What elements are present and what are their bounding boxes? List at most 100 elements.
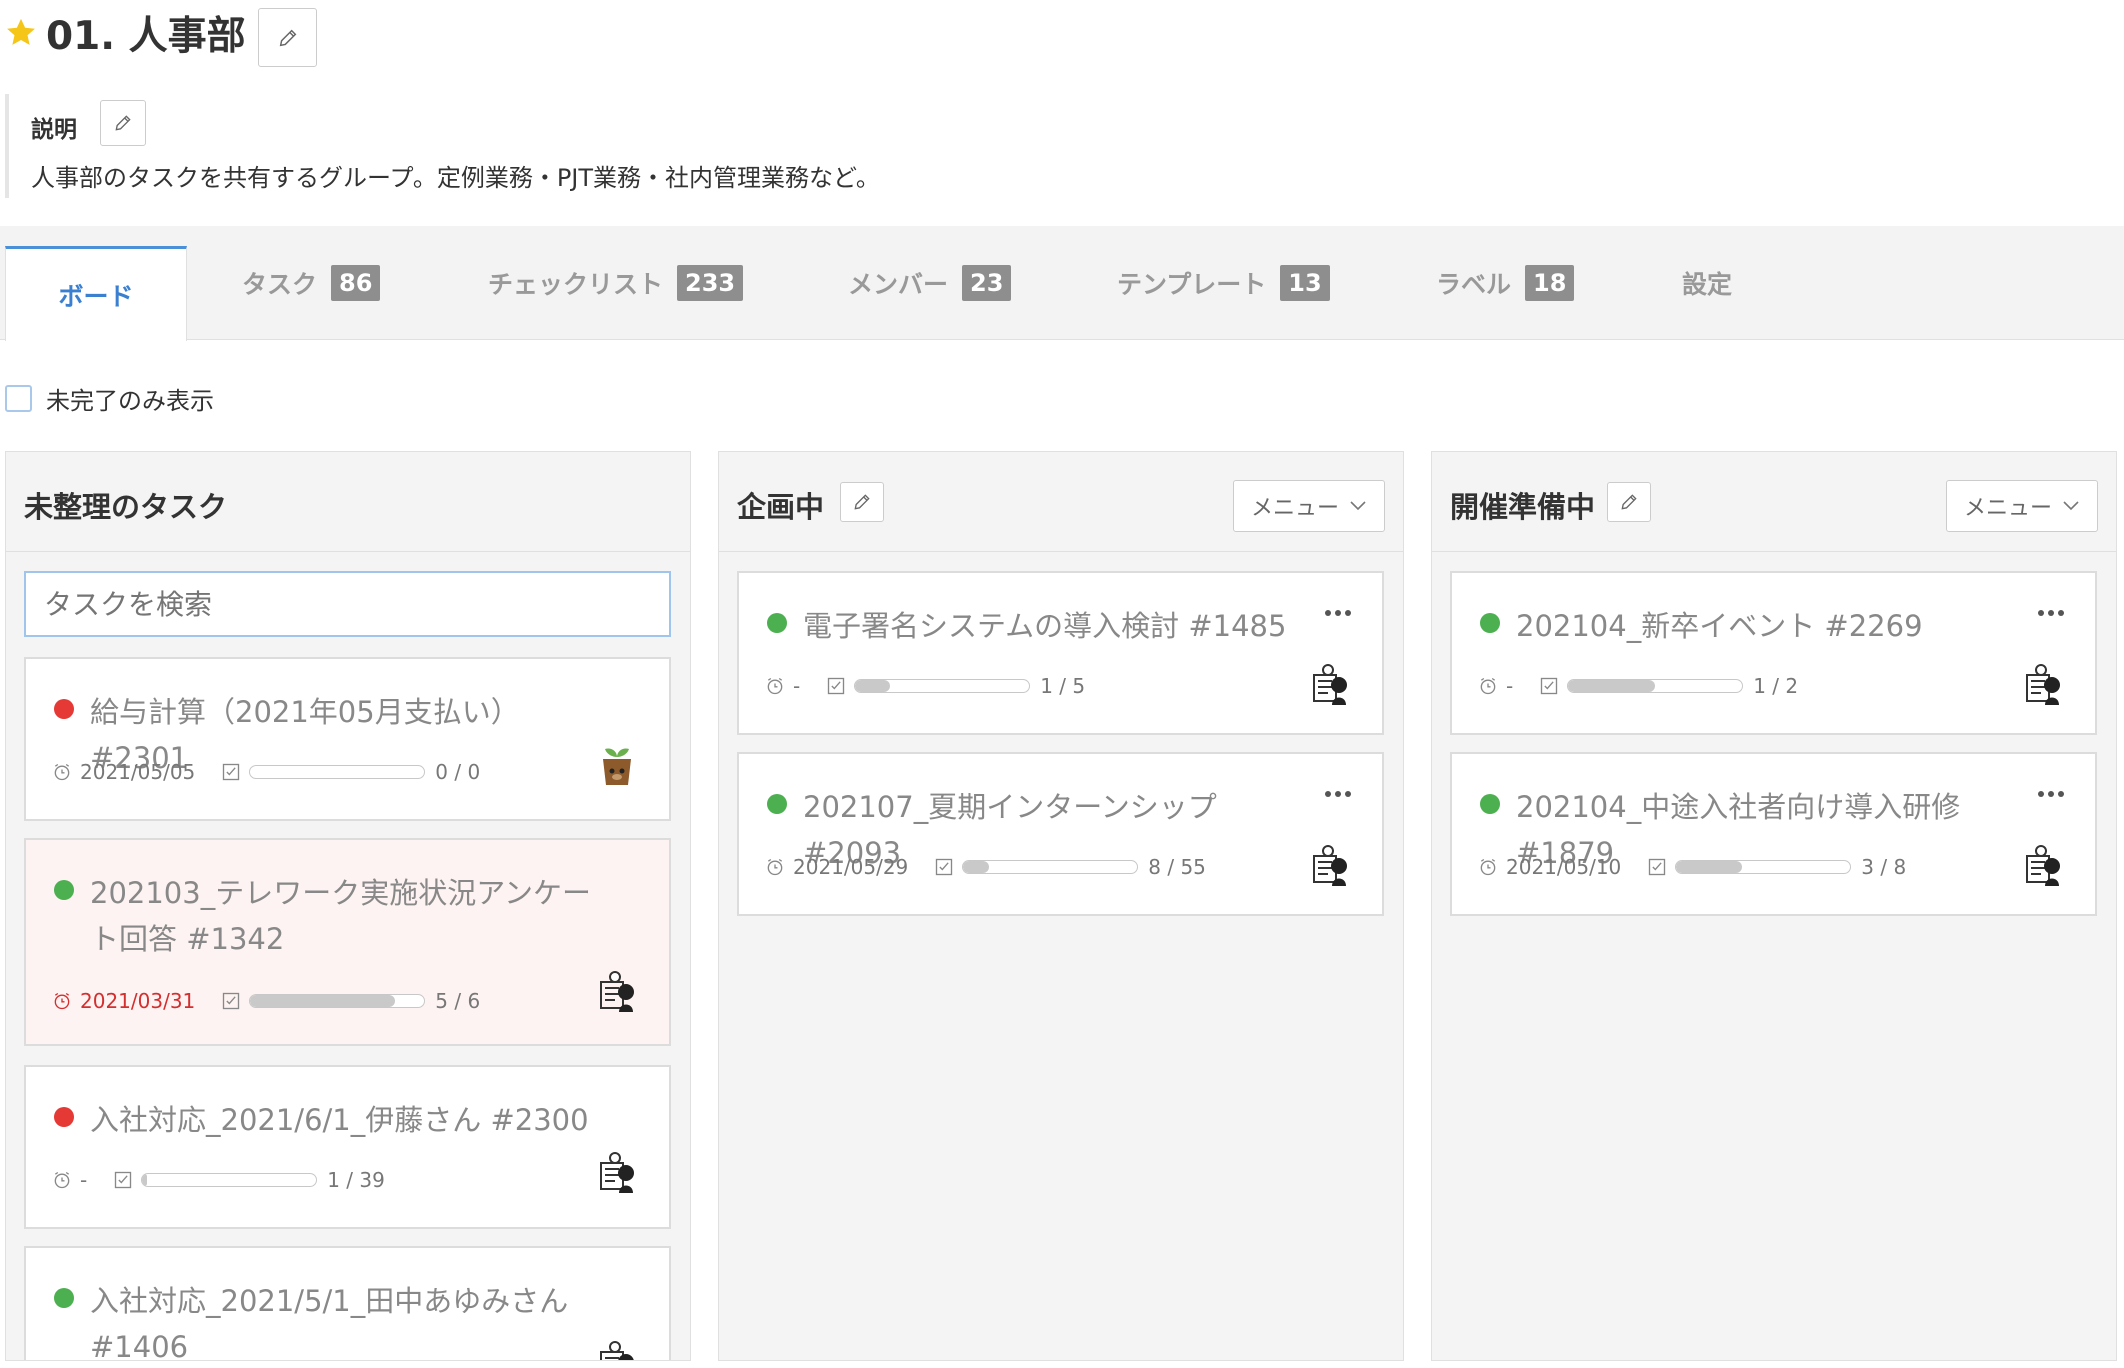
incomplete-only-filter[interactable]: 未完了のみ表示 xyxy=(5,382,214,415)
count-badge: 86 xyxy=(331,265,381,301)
task-title: 電子署名システムの導入検討 #1485 xyxy=(803,609,1287,643)
count-badge: 18 xyxy=(1525,265,1575,301)
more-options-icon[interactable] xyxy=(1324,609,1352,617)
due-date: 2021/05/29 xyxy=(793,855,909,879)
edit-title-button[interactable] xyxy=(258,8,317,67)
task-title: 202104_新卒イベント #2269 xyxy=(1516,609,1923,643)
more-options-icon[interactable] xyxy=(2037,609,2065,617)
group-avatar-icon[interactable] xyxy=(1308,661,1352,709)
status-dot xyxy=(54,699,74,719)
task-title: 202103_テレワーク実施状況アンケート回答 #1342 xyxy=(90,876,592,956)
alarm-clock-icon xyxy=(54,992,70,1010)
edit-column-button[interactable] xyxy=(1607,482,1651,522)
tab-checklist[interactable]: チェックリスト 233 xyxy=(488,226,744,340)
description-text: 人事部のタスクを共有するグループ。定例業務・PJT業務・社内管理業務など。 xyxy=(31,164,880,192)
group-avatar-icon[interactable] xyxy=(2021,842,2065,890)
tab-label: チェックリスト xyxy=(488,270,664,299)
task-title: 入社対応_2021/5/1_田中あゆみさん #1406 xyxy=(90,1284,569,1361)
checklist-count: 0 / 0 xyxy=(435,760,481,784)
tab-label: ラベル xyxy=(1436,270,1512,299)
column-header: 開催準備中 メニュー xyxy=(1432,452,2116,552)
checklist-count: 1 / 39 xyxy=(327,1168,385,1192)
task-card[interactable]: 電子署名システムの導入検討 #1485 - 1 / 5 xyxy=(737,571,1384,735)
checklist-count: 8 / 55 xyxy=(1148,855,1206,879)
pencil-icon xyxy=(115,115,131,131)
pencil-icon xyxy=(279,29,296,46)
task-card[interactable]: 給与計算（2021年05月支払い） #2301 2021/05/05 0 / 0 xyxy=(24,657,671,821)
alarm-clock-icon xyxy=(1480,677,1496,695)
task-card[interactable]: 202107_夏期インターンシップ #2093 2021/05/29 8 / 5… xyxy=(737,752,1384,916)
pencil-icon xyxy=(1621,494,1637,510)
task-meta: - 1 / 5 xyxy=(765,671,1085,701)
count-badge: 13 xyxy=(1280,265,1330,301)
checklist-icon xyxy=(115,1171,132,1189)
group-avatar-icon[interactable] xyxy=(595,1149,639,1197)
column-header: 企画中 メニュー xyxy=(719,452,1403,552)
checklist-icon xyxy=(936,858,953,876)
group-avatar-icon[interactable] xyxy=(595,1338,639,1361)
checklist-progress-bar xyxy=(854,679,1031,693)
checklist-progress-bar xyxy=(1567,679,1744,693)
column-unsorted: 未整理のタスク 給与計算（2021年05月支払い） #2301 2021/05/… xyxy=(5,451,691,1361)
status-dot xyxy=(767,613,787,633)
checklist-count: 1 / 2 xyxy=(1753,674,1799,698)
description-block: 説明 人事部のタスクを共有するグループ。定例業務・PJT業務・社内管理業務など。 xyxy=(5,94,1105,198)
status-dot xyxy=(54,1107,74,1127)
edit-description-button[interactable] xyxy=(100,100,146,146)
checklist-progress-bar xyxy=(141,1173,318,1187)
column-menu-button[interactable]: メニュー xyxy=(1233,480,1385,532)
edit-column-button[interactable] xyxy=(840,482,884,522)
checklist-icon xyxy=(1649,858,1666,876)
tab-labels[interactable]: ラベル 18 xyxy=(1436,226,1575,340)
checklist-progress-bar xyxy=(249,994,426,1008)
status-dot xyxy=(767,794,787,814)
alarm-clock-icon xyxy=(767,677,783,695)
tab-settings[interactable]: 設定 xyxy=(1682,226,1732,340)
tab-board[interactable]: ボード xyxy=(5,246,187,341)
more-options-icon[interactable] xyxy=(2037,790,2065,798)
group-avatar-icon[interactable] xyxy=(595,968,639,1016)
task-meta: - 1 / 2 xyxy=(1478,671,1798,701)
tab-label: メンバー xyxy=(848,270,949,299)
due-date: 2021/05/10 xyxy=(1506,855,1622,879)
tab-bar: ボード タスク 86 チェックリスト 233 メンバー 23 テンプレート 13 ラベル… xyxy=(0,226,2124,341)
column-header: 未整理のタスク xyxy=(6,452,690,552)
tab-label: ボード xyxy=(58,282,134,311)
task-search-input[interactable] xyxy=(24,571,671,637)
pencil-icon xyxy=(854,494,870,510)
tab-templates[interactable]: テンプレート 13 xyxy=(1117,226,1330,340)
group-avatar-icon[interactable] xyxy=(1308,842,1352,890)
checklist-count: 3 / 8 xyxy=(1861,855,1907,879)
task-card[interactable]: 202104_新卒イベント #2269 - 1 / 2 xyxy=(1450,571,2097,735)
tab-tasks[interactable]: タスク 86 xyxy=(242,226,381,340)
tab-label: タスク xyxy=(242,270,318,299)
column-planning: 企画中 メニュー 電子署名システムの導入検討 #1485 - 1 / 5 202… xyxy=(718,451,1404,1361)
tab-members[interactable]: メンバー 23 xyxy=(848,226,1012,340)
task-meta: 2021/05/05 0 / 0 xyxy=(52,757,480,787)
due-date: - xyxy=(793,674,801,698)
due-date: 2021/05/05 xyxy=(80,760,196,784)
star-icon[interactable] xyxy=(4,16,38,50)
description-label: 説明 xyxy=(31,117,77,143)
page-title: 01. 人事部 xyxy=(46,14,246,59)
alarm-clock-icon xyxy=(54,763,70,781)
task-meta: 2021/03/31 5 / 6 xyxy=(52,986,480,1016)
task-card[interactable]: 202103_テレワーク実施状況アンケート回答 #1342 2021/03/31… xyxy=(24,838,671,1046)
due-date: - xyxy=(80,1168,88,1192)
alarm-clock-icon xyxy=(1480,858,1496,876)
alarm-clock-icon xyxy=(54,1171,70,1189)
group-avatar-icon[interactable] xyxy=(2021,661,2065,709)
task-card[interactable]: 202104_中途入社者向け導入研修 #1879 2021/05/10 3 / … xyxy=(1450,752,2097,916)
task-card[interactable]: 入社対応_2021/5/1_田中あゆみさん #1406 xyxy=(24,1246,671,1361)
checklist-icon xyxy=(1541,677,1558,695)
checklist-count: 1 / 5 xyxy=(1040,674,1086,698)
task-card[interactable]: 入社対応_2021/6/1_伊藤さん #2300 - 1 / 39 xyxy=(24,1065,671,1229)
incomplete-only-checkbox[interactable] xyxy=(5,384,32,412)
tab-label: テンプレート xyxy=(1117,270,1267,299)
seedling-avatar-icon[interactable] xyxy=(595,741,639,789)
column-title: 未整理のタスク xyxy=(24,490,228,524)
checklist-progress-bar xyxy=(1675,860,1852,874)
task-meta: 2021/05/10 3 / 8 xyxy=(1478,852,1906,882)
column-menu-button[interactable]: メニュー xyxy=(1946,480,2098,532)
more-options-icon[interactable] xyxy=(1324,790,1352,798)
